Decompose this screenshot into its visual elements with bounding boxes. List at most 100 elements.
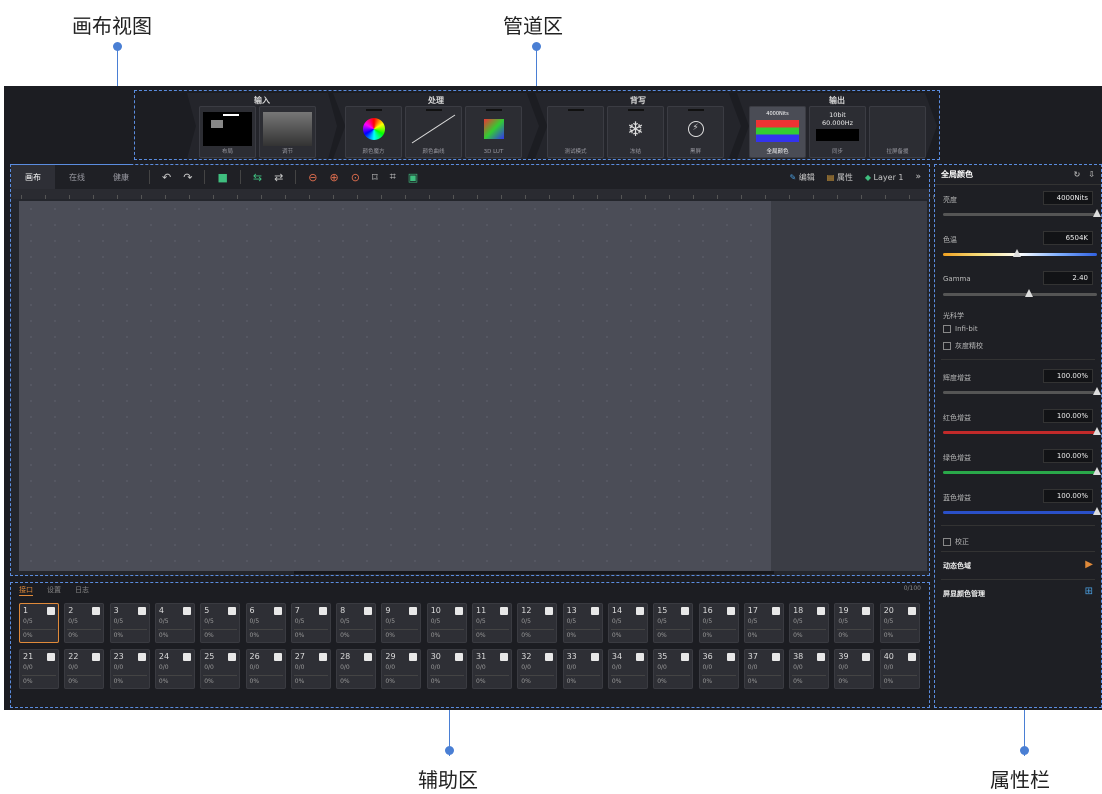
port-checkbox[interactable]: [228, 607, 237, 615]
port-checkbox[interactable]: [862, 607, 871, 615]
gray-fine-checkbox[interactable]: 灰度精校: [943, 341, 983, 351]
port-checkbox[interactable]: [318, 607, 327, 615]
zoom-in-icon[interactable]: ⊕: [330, 171, 339, 184]
save-layout-icon[interactable]: ▣: [408, 171, 418, 184]
port-cell[interactable]: 9 0/5 0%: [381, 603, 422, 643]
add-screen-icon[interactable]: ■: [217, 171, 227, 184]
grid-icon[interactable]: ⊞: [1085, 586, 1093, 597]
bright-gain-slider[interactable]: [943, 387, 1101, 395]
fit-screen-icon[interactable]: ⌑: [372, 171, 378, 184]
port-checkbox[interactable]: [47, 607, 55, 615]
port-cell[interactable]: 3 0/5 0%: [109, 603, 150, 643]
port-cell[interactable]: 21 0/0 0%: [19, 649, 59, 689]
port-checkbox[interactable]: [364, 607, 373, 615]
tab-online[interactable]: 在线: [55, 165, 99, 189]
port-cell[interactable]: 6 0/5 0%: [245, 603, 286, 643]
port-cell[interactable]: 13 0/5 0%: [562, 603, 603, 643]
port-cell[interactable]: 17 0/5 0%: [743, 603, 784, 643]
color-temp-slider[interactable]: [943, 249, 1097, 257]
port-checkbox[interactable]: [182, 653, 191, 661]
port-cell[interactable]: 4 0/5 0%: [154, 603, 195, 643]
port-cell[interactable]: 10 0/5 0%: [426, 603, 467, 643]
port-cell[interactable]: 18 0/5 0%: [789, 603, 830, 643]
port-cell[interactable]: 12 0/5 0%: [517, 603, 558, 643]
edit-button[interactable]: ✎ 编辑: [789, 172, 814, 183]
red-gain-field[interactable]: 100.00%: [1043, 409, 1093, 423]
zoom-fit-icon[interactable]: ⊙: [351, 171, 360, 184]
blue-gain-slider[interactable]: [943, 507, 1101, 515]
port-checkbox[interactable]: [454, 607, 463, 615]
port-checkbox[interactable]: [273, 607, 282, 615]
port-cell[interactable]: 8 0/5 0%: [336, 603, 377, 643]
brightness-slider[interactable]: [943, 209, 1101, 217]
port-checkbox[interactable]: [635, 653, 644, 661]
port-checkbox[interactable]: [92, 607, 101, 615]
port-checkbox[interactable]: [137, 653, 146, 661]
port-checkbox[interactable]: [862, 653, 871, 661]
tab-log[interactable]: 日志: [75, 585, 89, 595]
port-checkbox[interactable]: [409, 607, 418, 615]
bright-gain-field[interactable]: 100.00%: [1043, 369, 1093, 383]
node-freeze[interactable]: ❄ 冻结: [607, 106, 664, 158]
play-icon[interactable]: ▶: [1085, 559, 1093, 570]
port-checkbox[interactable]: [318, 653, 327, 661]
port-checkbox[interactable]: [635, 607, 644, 615]
red-gain-slider[interactable]: [943, 427, 1101, 435]
port-cell[interactable]: 2 0/5 0%: [64, 603, 105, 643]
port-checkbox[interactable]: [681, 653, 690, 661]
port-checkbox[interactable]: [771, 607, 780, 615]
node-test-pattern[interactable]: 测试模式: [547, 106, 604, 158]
port-cell[interactable]: 1 0/5 0%: [19, 603, 59, 643]
port-cell[interactable]: 37 0/0 0%: [743, 649, 784, 689]
layer-button[interactable]: ◆ Layer 1: [865, 173, 904, 182]
port-checkbox[interactable]: [726, 653, 735, 661]
port-cell[interactable]: 24 0/0 0%: [154, 649, 195, 689]
redo-icon[interactable]: ↷: [183, 171, 192, 184]
tab-canvas[interactable]: 画布: [11, 165, 55, 189]
undo-icon[interactable]: ↶: [162, 171, 171, 184]
port-checkbox[interactable]: [590, 653, 599, 661]
port-checkbox[interactable]: [681, 607, 690, 615]
port-checkbox[interactable]: [545, 607, 554, 615]
port-cell[interactable]: 26 0/0 0%: [245, 649, 286, 689]
port-cell[interactable]: 22 0/0 0%: [64, 649, 105, 689]
port-cell[interactable]: 28 0/0 0%: [336, 649, 377, 689]
align-icon[interactable]: ⇆: [253, 171, 262, 184]
tab-settings[interactable]: 设置: [47, 585, 61, 595]
horizontal-scrollbar[interactable]: [294, 571, 774, 574]
port-cell[interactable]: 38 0/0 0%: [789, 649, 830, 689]
port-cell[interactable]: 20 0/5 0%: [879, 603, 920, 643]
node-backup[interactable]: 拉屏备援: [869, 106, 926, 158]
port-cell[interactable]: 16 0/5 0%: [698, 603, 739, 643]
canvas-grid[interactable]: [19, 201, 771, 571]
node-3d-lut[interactable]: 3D LUT: [465, 106, 522, 158]
port-cell[interactable]: 36 0/0 0%: [698, 649, 739, 689]
node-blackout[interactable]: ⚡ 黑屏: [667, 106, 724, 158]
port-checkbox[interactable]: [409, 653, 418, 661]
port-cell[interactable]: 19 0/5 0%: [834, 603, 875, 643]
port-cell[interactable]: 39 0/0 0%: [834, 649, 875, 689]
tab-interface[interactable]: 接口: [19, 585, 33, 596]
port-cell[interactable]: 34 0/0 0%: [607, 649, 648, 689]
node-color-curve[interactable]: 颜色曲线: [405, 106, 462, 158]
port-cell[interactable]: 11 0/5 0%: [472, 603, 512, 643]
port-checkbox[interactable]: [726, 607, 735, 615]
color-temp-field[interactable]: 6504K: [1043, 231, 1093, 245]
port-checkbox[interactable]: [92, 653, 101, 661]
port-cell[interactable]: 29 0/0 0%: [381, 649, 422, 689]
port-checkbox[interactable]: [228, 653, 237, 661]
port-checkbox[interactable]: [590, 607, 599, 615]
tab-health[interactable]: 健康: [99, 165, 143, 189]
port-cell[interactable]: 25 0/0 0%: [200, 649, 241, 689]
port-cell[interactable]: 23 0/0 0%: [109, 649, 150, 689]
distribute-icon[interactable]: ⇄: [274, 171, 283, 184]
node-global-color[interactable]: 4000Nits 全局颜色: [749, 106, 806, 158]
fullscreen-icon[interactable]: ⌗: [390, 170, 396, 184]
port-checkbox[interactable]: [454, 653, 463, 661]
more-icon[interactable]: »: [915, 172, 921, 182]
port-cell[interactable]: 14 0/5 0%: [607, 603, 648, 643]
gamma-field[interactable]: 2.40: [1043, 271, 1093, 285]
props-button[interactable]: ▤ 属性: [827, 172, 853, 183]
port-checkbox[interactable]: [47, 653, 55, 661]
port-cell[interactable]: 32 0/0 0%: [517, 649, 558, 689]
